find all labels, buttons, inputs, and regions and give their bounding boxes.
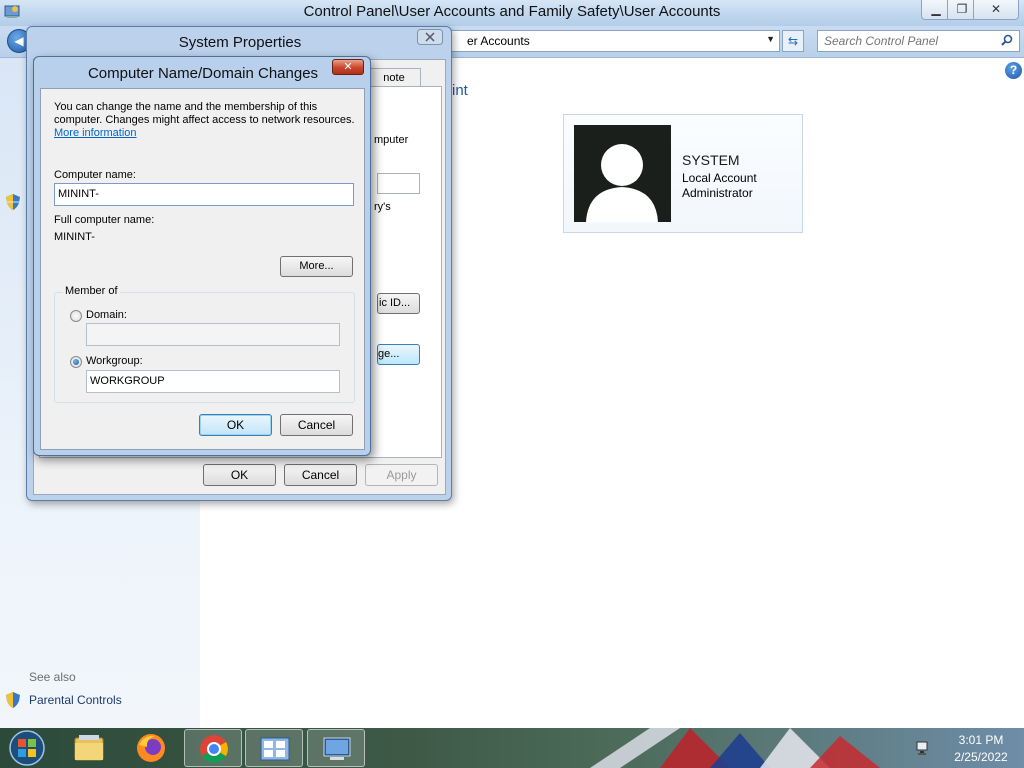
apply-button[interactable]: Apply xyxy=(365,464,438,486)
chrome-icon xyxy=(200,735,228,763)
search-input[interactable] xyxy=(824,34,994,48)
taskbar-system-properties[interactable] xyxy=(307,729,365,767)
domain-radio[interactable] xyxy=(70,310,82,322)
page-heading: int xyxy=(452,82,468,99)
cancel-button[interactable]: Cancel xyxy=(284,464,357,486)
description-text: You can change the name and the membersh… xyxy=(54,101,355,126)
search-box[interactable] xyxy=(817,30,1020,52)
see-also-heading: See also xyxy=(29,670,76,684)
firefox-icon xyxy=(137,734,165,762)
help-icon[interactable]: ? xyxy=(1005,62,1022,79)
computer-name-label: Computer name: xyxy=(54,169,136,181)
close-button[interactable]: ✕ xyxy=(973,0,1019,20)
chevron-down-icon[interactable]: ▼ xyxy=(766,34,775,44)
full-computer-name-label: Full computer name: xyxy=(54,214,155,226)
network-id-button[interactable]: ic ID... xyxy=(377,293,420,314)
computer-name-input[interactable]: MININT- xyxy=(54,183,354,206)
change-button[interactable]: ge... xyxy=(377,344,420,365)
domain-input[interactable] xyxy=(86,323,340,346)
user-account-type: Local Account xyxy=(682,171,757,185)
cancel-button[interactable]: Cancel xyxy=(280,414,353,436)
user-name: SYSTEM xyxy=(682,152,740,168)
domain-label: Domain: xyxy=(86,309,127,321)
control-panel-icon xyxy=(260,737,290,761)
parental-controls-icon xyxy=(6,692,20,708)
computer-description-field[interactable] xyxy=(377,173,420,194)
taskbar-chrome[interactable] xyxy=(184,729,242,767)
refresh-icon[interactable]: ⇆ xyxy=(782,30,804,52)
start-button[interactable] xyxy=(2,729,52,767)
description-text: ry's xyxy=(374,201,391,213)
computer-name-domain-changes-dialog: Computer Name/Domain Changes ✕ You can c… xyxy=(33,56,371,456)
taskbar: 3:01 PM 2/25/2022 xyxy=(0,728,1024,768)
uac-shield-icon xyxy=(6,194,20,210)
dialog-title: System Properties xyxy=(178,34,302,51)
user-role: Administrator xyxy=(682,186,753,200)
full-computer-name-value: MININT- xyxy=(54,231,95,243)
control-panel-titlebar: Control Panel\User Accounts and Family S… xyxy=(0,0,1024,26)
clock-date[interactable]: 2/25/2022 xyxy=(941,750,1021,764)
window-title: Control Panel\User Accounts and Family S… xyxy=(303,3,721,20)
ok-button[interactable]: OK xyxy=(199,414,272,436)
user-avatar xyxy=(574,125,671,222)
member-of-label: Member of xyxy=(63,285,120,297)
more-button[interactable]: More... xyxy=(280,256,353,277)
member-of-group: Member of Domain: Workgroup: WORKGROUP xyxy=(54,285,355,403)
taskbar-explorer[interactable] xyxy=(60,729,118,767)
clock-time[interactable]: 3:01 PM xyxy=(941,733,1021,747)
system-tray: 3:01 PM 2/25/2022 xyxy=(905,728,1024,768)
wallpaper-art xyxy=(590,728,880,768)
folder-icon xyxy=(74,735,104,761)
computer-icon xyxy=(323,737,351,760)
description-text: mputer xyxy=(374,134,409,146)
close-button[interactable]: ✕ xyxy=(332,59,364,75)
parental-controls-link[interactable]: Parental Controls xyxy=(29,693,122,707)
address-text: er Accounts xyxy=(467,34,530,48)
taskbar-firefox[interactable] xyxy=(122,729,180,767)
workgroup-radio[interactable] xyxy=(70,356,82,368)
network-icon[interactable] xyxy=(915,740,931,756)
address-field[interactable]: er Accounts ▼ xyxy=(440,30,780,52)
workgroup-input[interactable]: WORKGROUP xyxy=(86,370,340,393)
dialog-body: You can change the name and the membersh… xyxy=(40,88,365,450)
ok-button[interactable]: OK xyxy=(203,464,276,486)
more-information-link[interactable]: More information xyxy=(54,127,137,139)
dialog-title: Computer Name/Domain Changes xyxy=(87,65,319,82)
workgroup-label: Workgroup: xyxy=(86,355,143,367)
taskbar-control-panel[interactable] xyxy=(245,729,303,767)
tab-remote[interactable]: note xyxy=(367,68,421,88)
user-silhouette-icon xyxy=(586,144,658,222)
user-account-card: SYSTEM Local Account Administrator xyxy=(563,114,803,233)
search-icon[interactable] xyxy=(1001,34,1013,46)
close-icon[interactable] xyxy=(417,29,443,45)
